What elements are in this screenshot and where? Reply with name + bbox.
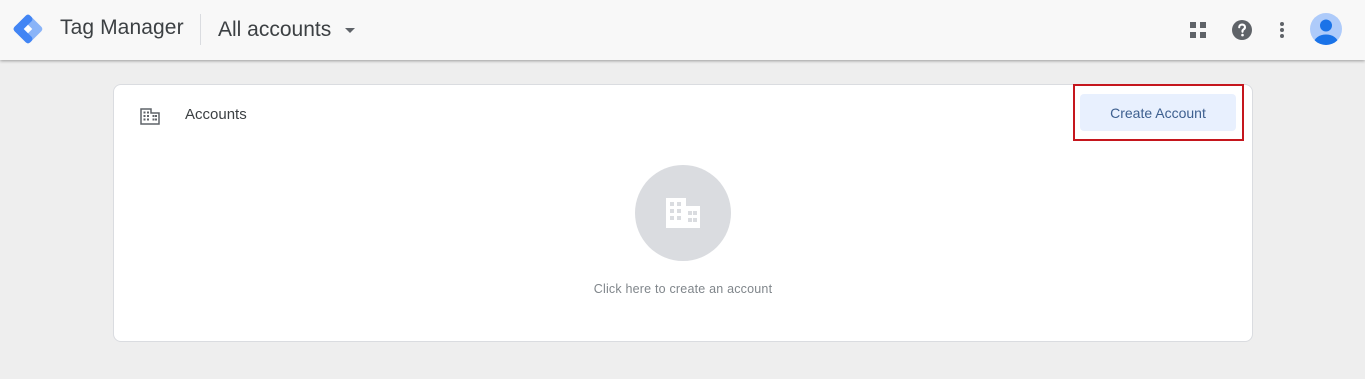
more-options-button[interactable] [1268, 16, 1296, 44]
product-name: Tag Manager [60, 16, 184, 39]
top-app-bar: Tag Manager All accounts [0, 0, 1365, 60]
more-vert-icon [1280, 22, 1284, 38]
account-switcher-label: All accounts [218, 18, 332, 41]
card-title: Accounts [185, 106, 247, 123]
empty-state-create-account[interactable] [635, 165, 731, 261]
header-divider [200, 14, 201, 45]
create-account-button[interactable]: Create Account [1080, 94, 1236, 131]
dropdown-arrow-icon [345, 27, 356, 33]
help-button[interactable] [1228, 16, 1256, 44]
account-switcher[interactable]: All accounts [208, 8, 365, 52]
accounts-card: Accounts Create Account Click here to cr… [113, 84, 1253, 342]
account-avatar[interactable] [1310, 13, 1342, 45]
empty-state-text[interactable]: Click here to create an account [114, 282, 1252, 296]
apps-button[interactable] [1184, 16, 1212, 44]
building-icon [140, 108, 160, 125]
apps-grid-icon [1190, 22, 1206, 38]
gtm-logo-icon[interactable] [12, 13, 44, 45]
account-avatar-icon [1314, 19, 1338, 45]
help-icon [1232, 20, 1252, 40]
building-icon [666, 198, 700, 228]
